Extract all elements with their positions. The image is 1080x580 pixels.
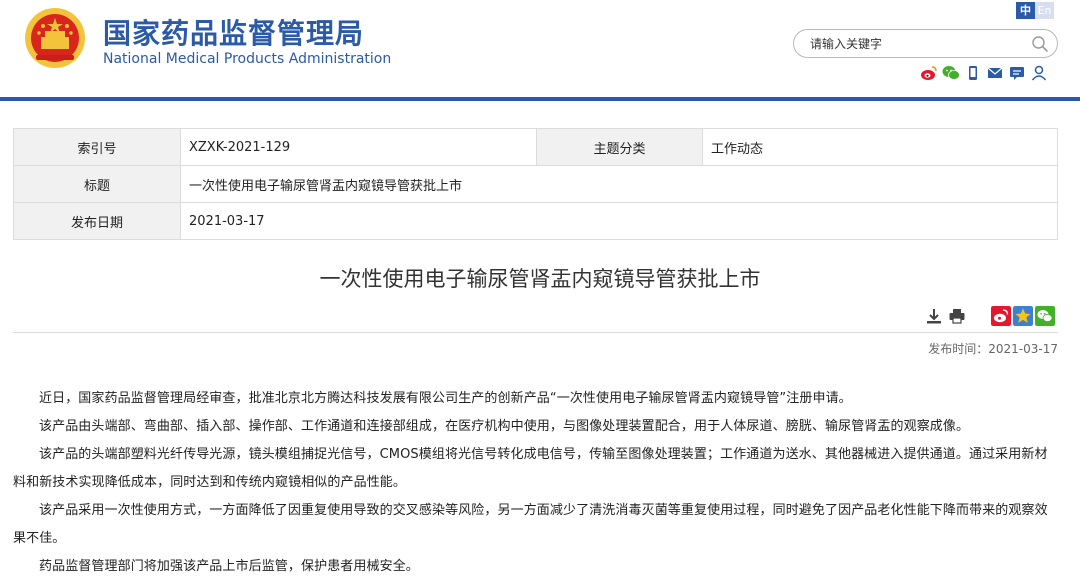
table-row: 索引号 XZXK-2021-129 主题分类 工作动态 [13,128,1058,166]
search-input[interactable] [810,35,1020,53]
mobile-icon[interactable] [964,65,982,81]
article-tools [925,306,1055,326]
language-switch: 中 En [1016,2,1054,19]
site-title-en[interactable]: National Medical Products Administration [103,51,391,67]
site-header: 国家药品监督管理局 National Medical Products Admi… [0,0,1080,97]
article-paragraph: 药品监督管理部门将加强该产品上市后监管，保护患者用械安全。 [39,559,419,574]
share-qzone-icon[interactable] [1013,306,1033,326]
user-icon[interactable] [1030,65,1048,81]
article-title: 一次性使用电子输尿管肾盂内窥镜导管获批上市 [319,267,761,291]
print-icon[interactable] [948,307,966,325]
index-label: 索引号 [13,128,181,166]
lang-zh-button[interactable]: 中 [1016,2,1035,19]
article-paragraph: 该产品的头端部塑料光纤传导光源，镜头模组捕捉光信号，CMOS模组将光信号转化成电… [13,447,1048,490]
article-body: 近日，国家药品监督管理局经审查，批准北京北方腾达科技发展有限公司生产的创新产品“… [13,385,1060,580]
date-value: 2021-03-17 [180,202,1058,240]
share-weibo-icon[interactable] [991,306,1011,326]
category-label: 主题分类 [536,128,703,166]
index-value: XZXK-2021-129 [180,128,537,166]
article-paragraph: 近日，国家药品监督管理局经审查，批准北京北方腾达科技发展有限公司生产的创新产品“… [39,391,852,406]
search-icon[interactable] [1031,35,1049,53]
article-meta-table: 索引号 XZXK-2021-129 主题分类 工作动态 标题 一次性使用电子输尿… [13,128,1058,240]
search-box [793,29,1058,58]
article-paragraph: 该产品由头端部、弯曲部、插入部、操作部、工作通道和连接部组成，在医疗机构中使用，… [39,419,970,434]
mail-icon[interactable] [986,65,1004,81]
date-label: 发布日期 [13,202,181,240]
message-icon[interactable] [1008,65,1026,81]
wechat-icon[interactable] [942,65,960,81]
header-share-bar [920,65,1048,81]
publish-time: 发布时间：2021-03-17 [928,342,1058,356]
national-emblem-icon[interactable] [24,7,86,69]
download-icon[interactable] [925,307,943,325]
article-paragraph: 该产品采用一次性使用方式，一方面降低了因重复使用导致的交叉感染等风险，另一方面减… [13,503,1048,546]
title-value: 一次性使用电子输尿管肾盂内窥镜导管获批上市 [180,165,1058,203]
article-divider [13,332,1058,333]
category-value: 工作动态 [702,128,1058,166]
header-divider-bar [0,97,1080,101]
lang-en-button[interactable]: En [1035,2,1054,19]
title-label: 标题 [13,165,181,203]
weibo-icon[interactable] [920,65,938,81]
site-title-cn[interactable]: 国家药品监督管理局 [103,12,364,52]
table-row: 发布日期 2021-03-17 [13,202,1058,240]
share-wechat-icon[interactable] [1035,306,1055,326]
table-row: 标题 一次性使用电子输尿管肾盂内窥镜导管获批上市 [13,165,1058,203]
